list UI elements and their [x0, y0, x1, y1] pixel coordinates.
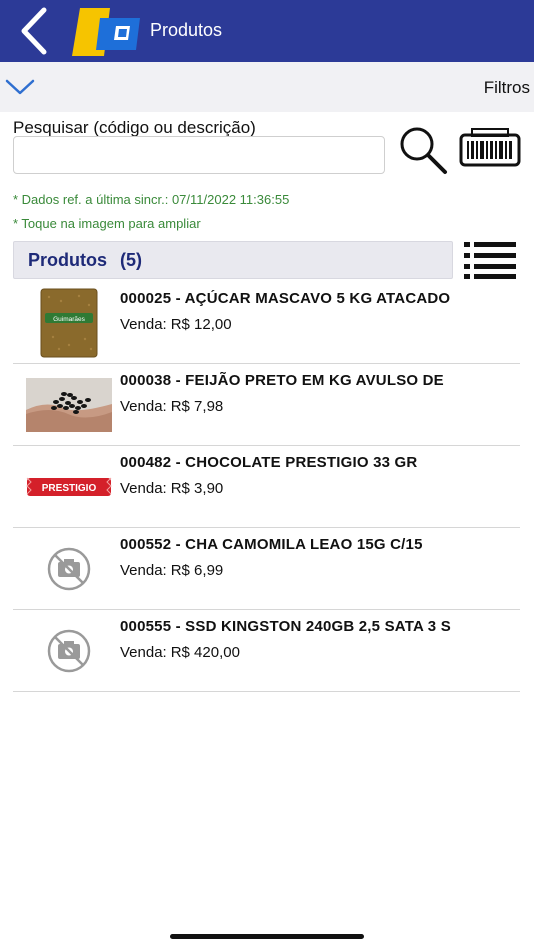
- products-section-header: Produtos (5): [13, 241, 453, 279]
- barcode-icon: [459, 128, 521, 167]
- section-title: Produtos (5): [28, 250, 142, 271]
- search-input[interactable]: [13, 136, 385, 174]
- barcode-scan-button[interactable]: [458, 126, 522, 172]
- product-name: 000552 - CHA CAMOMILA LEAO 15G C/15: [120, 536, 423, 553]
- product-price: Venda: R$ 3,90: [120, 480, 223, 497]
- back-button[interactable]: [14, 6, 54, 56]
- app-logo: [70, 6, 142, 58]
- product-price: Venda: R$ 12,00: [120, 316, 232, 333]
- price-value: R$ 12,00: [170, 316, 232, 333]
- search-button[interactable]: [396, 124, 450, 176]
- list-view-button[interactable]: [462, 240, 518, 280]
- list-view-icon: [464, 242, 516, 279]
- sugar-bag-text: Guimarães: [53, 316, 86, 323]
- section-title-label: Produtos: [28, 250, 107, 270]
- price-value: R$ 420,00: [170, 644, 240, 661]
- product-thumbnail[interactable]: PRESTIGIO: [21, 454, 117, 520]
- product-name: 000025 - AÇÚCAR MASCAVO 5 KG ATACADO: [120, 290, 451, 307]
- chocolate-wrapper-text: PRESTIGIO: [42, 483, 97, 494]
- product-list: Guimarães 000025 - AÇÚCAR MASCAVO 5 KG A…: [13, 282, 520, 692]
- product-thumbnail[interactable]: [21, 618, 117, 684]
- price-value: R$ 3,90: [170, 480, 224, 497]
- app-header: Produtos: [0, 0, 534, 62]
- filter-toggle-button[interactable]: [4, 72, 36, 102]
- price-label: Venda:: [120, 644, 167, 661]
- price-label: Venda:: [120, 398, 167, 415]
- no-image-icon: [47, 629, 91, 673]
- product-price: Venda: R$ 7,98: [120, 398, 223, 415]
- black-beans-image: [26, 378, 112, 432]
- product-name: 000555 - SSD KINGSTON 240GB 2,5 SATA 3 S: [120, 618, 451, 635]
- chevron-down-icon: [5, 79, 35, 95]
- filter-bar: Filtros: [0, 62, 534, 112]
- no-image-icon: [47, 547, 91, 591]
- page-title: Produtos: [150, 20, 223, 40]
- price-label: Venda:: [120, 316, 167, 333]
- product-name: 000482 - CHOCOLATE PRESTIGIO 33 GR: [120, 454, 418, 471]
- product-price: Venda: R$ 420,00: [120, 644, 240, 661]
- price-label: Venda:: [120, 480, 167, 497]
- price-label: Venda:: [120, 562, 167, 579]
- product-row[interactable]: 000038 - FEIJÃO PRETO EM KG AVULSO DE Ve…: [13, 364, 520, 446]
- chocolate-bar-image: PRESTIGIO: [26, 477, 112, 496]
- product-price: Venda: R$ 6,99: [120, 562, 223, 579]
- product-name: 000038 - FEIJÃO PRETO EM KG AVULSO DE: [120, 372, 444, 389]
- product-row[interactable]: 000552 - CHA CAMOMILA LEAO 15G C/15 Vend…: [13, 528, 520, 610]
- price-value: R$ 6,99: [170, 562, 224, 579]
- search-label: Pesquisar (código ou descrição): [13, 118, 256, 137]
- sugar-bag-image: Guimarães: [40, 288, 98, 358]
- filters-button[interactable]: Filtros: [484, 78, 530, 98]
- price-value: R$ 7,98: [170, 398, 224, 415]
- home-indicator[interactable]: [170, 934, 364, 939]
- product-thumbnail[interactable]: [21, 372, 117, 438]
- tap-hint-text: * Toque na imagem para ampliar: [13, 216, 201, 231]
- product-thumbnail[interactable]: Guimarães: [21, 288, 117, 358]
- product-count-badge: (5): [120, 250, 143, 270]
- product-row[interactable]: Guimarães 000025 - AÇÚCAR MASCAVO 5 KG A…: [13, 282, 520, 364]
- product-row[interactable]: PRESTIGIO 000482 - CHOCOLATE PRESTIGIO 3…: [13, 446, 520, 528]
- sync-info-text: * Dados ref. a última sincr.: 07/11/2022…: [13, 192, 290, 207]
- magnifier-icon: [400, 127, 447, 174]
- chevron-left-icon: [21, 7, 47, 55]
- product-thumbnail[interactable]: [21, 536, 117, 602]
- product-row[interactable]: 000555 - SSD KINGSTON 240GB 2,5 SATA 3 S…: [13, 610, 520, 692]
